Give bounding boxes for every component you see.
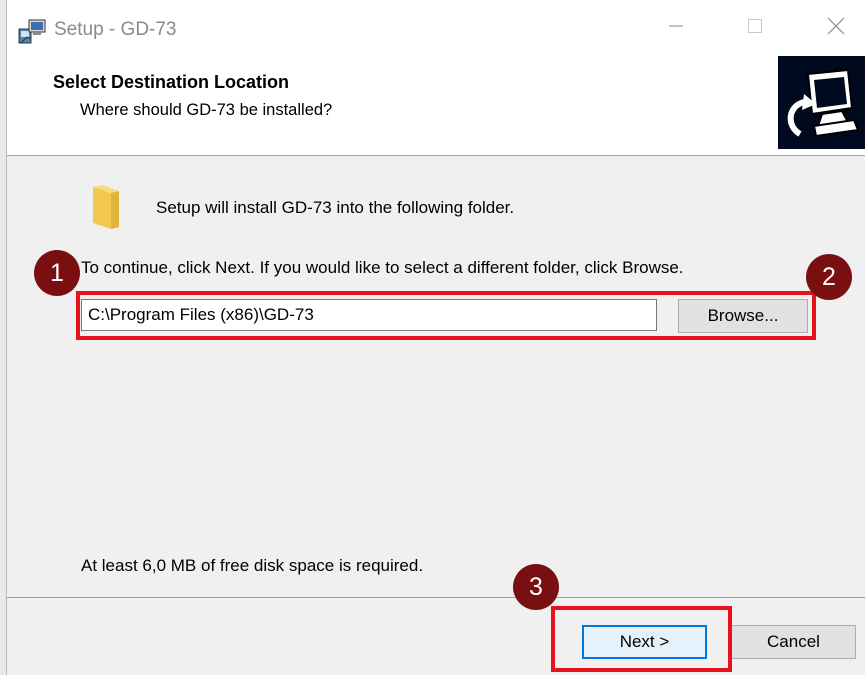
- window-title: Setup - GD-73: [54, 19, 177, 40]
- wizard-header: Select Destination Location Where should…: [7, 56, 865, 156]
- continue-instruction: To continue, click Next. If you would li…: [81, 258, 684, 277]
- title-bar[interactable]: Setup - GD-73: [7, 0, 865, 60]
- minimize-button[interactable]: [653, 8, 699, 48]
- highlight-path-row: [76, 291, 816, 340]
- install-message: Setup will install GD-73 into the follow…: [156, 198, 515, 217]
- cancel-button[interactable]: Cancel: [731, 625, 856, 659]
- highlight-next-button: [551, 606, 732, 672]
- page-subtitle: Where should GD-73 be installed?: [80, 101, 333, 119]
- step-badge-1: 1: [34, 250, 80, 296]
- footer-divider: [7, 597, 865, 598]
- close-icon: [827, 17, 845, 40]
- folder-icon: [89, 183, 123, 231]
- setup-app-icon: [17, 17, 47, 45]
- disk-space-message: At least 6,0 MB of free disk space is re…: [81, 556, 424, 575]
- computer-install-logo-icon: [778, 56, 865, 149]
- close-button[interactable]: [813, 8, 859, 48]
- maximize-icon: [747, 18, 763, 39]
- minimize-icon: [668, 18, 684, 39]
- setup-window: Setup - GD-73 Select Destination Locatio…: [6, 0, 865, 675]
- page-title: Select Destination Location: [53, 72, 290, 92]
- maximize-button[interactable]: [732, 8, 778, 48]
- step-badge-2: 2: [806, 254, 852, 300]
- step-badge-3: 3: [513, 564, 559, 610]
